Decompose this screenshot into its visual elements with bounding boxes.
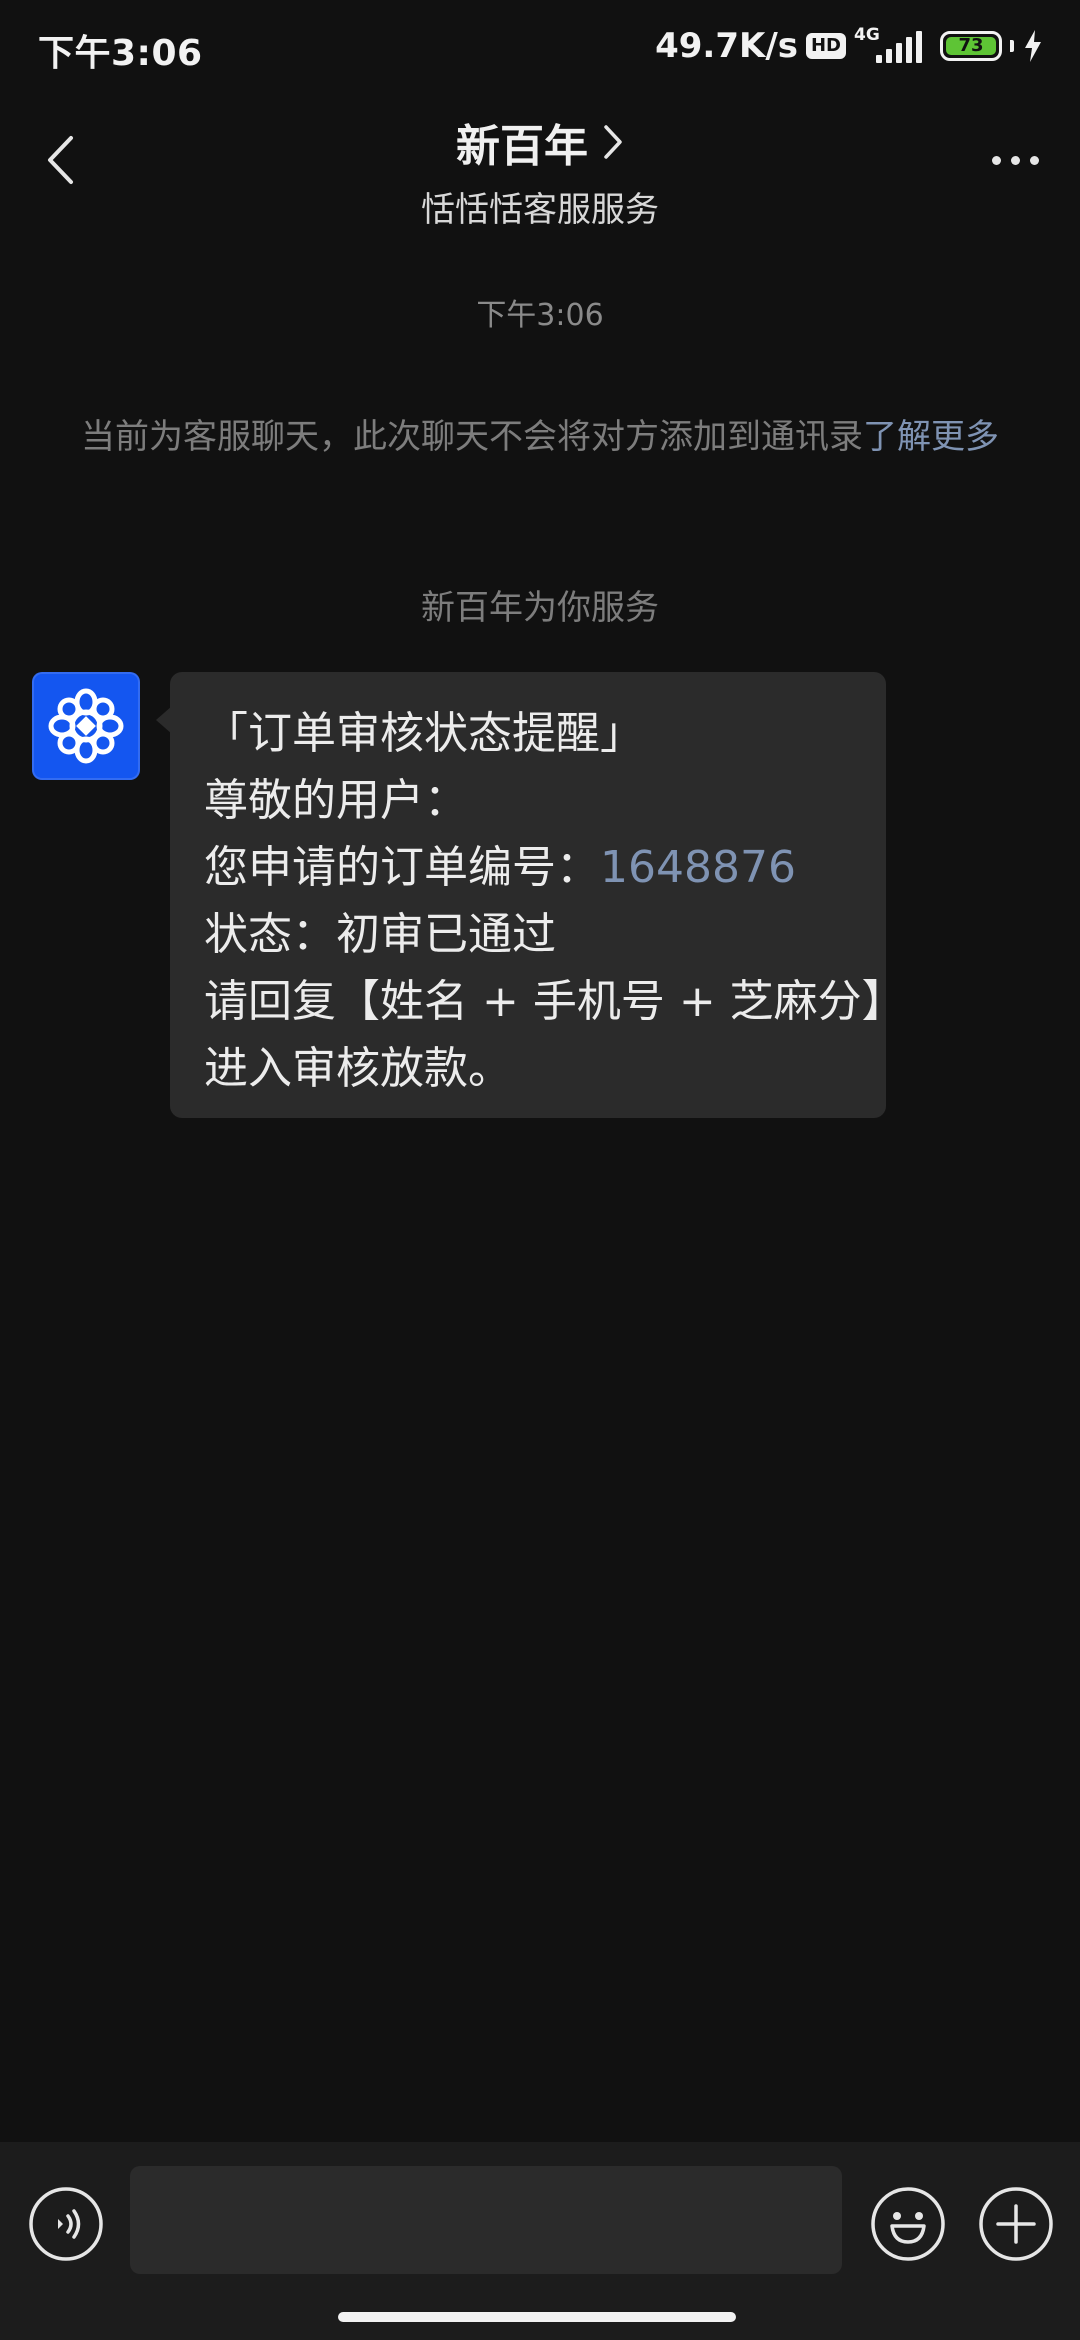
message-row: 「订单审核状态提醒」 尊敬的用户： 您申请的订单编号：1648876 状态：初审… — [32, 672, 1048, 1132]
more-button[interactable] — [980, 130, 1050, 190]
voice-button[interactable] — [28, 2186, 104, 2262]
more-horizontal-icon — [991, 155, 1001, 165]
title-block: 新百年 恬恬恬客服服务 — [0, 110, 1080, 231]
service-notice: 当前为客服聊天，此次聊天不会将对方添加到通讯录了解更多 — [80, 410, 1000, 464]
message-timestamp: 下午3:06 — [476, 298, 604, 333]
order-label: 您申请的订单编号： — [204, 842, 600, 893]
chevron-right-icon — [604, 125, 622, 159]
chat-header: 新百年 恬恬恬客服服务 — [0, 100, 1080, 250]
flower-logo-icon — [48, 688, 124, 764]
message-bubble[interactable]: 「订单审核状态提醒」 尊敬的用户： 您申请的订单编号：1648876 状态：初审… — [170, 672, 906, 1118]
status-time: 下午3:06 — [38, 33, 203, 74]
message-input[interactable] — [130, 2166, 842, 2274]
network-speed: 49.7K/s — [655, 26, 798, 66]
status-bar: 下午3:06 49.7K/s HD 4G 73 — [0, 0, 1080, 100]
charging-icon — [1025, 30, 1041, 62]
message-line: 状态：初审已通过 — [204, 909, 556, 960]
message-line: 进入审核放款。 — [204, 1043, 512, 1094]
message-line: 您申请的订单编号：1648876 — [204, 834, 862, 901]
signal-bar — [916, 31, 922, 63]
network-type: 4G — [854, 25, 880, 45]
input-bar — [0, 2142, 1080, 2340]
chat-screen: 下午3:06 49.7K/s HD 4G 73 新百年 恬恬恬客服服务 下午3:… — [0, 0, 1080, 2340]
more-dot — [1010, 155, 1020, 165]
voice-icon — [29, 2187, 103, 2261]
notice-text: 当前为客服聊天，此次聊天不会将对方添加到通讯录 — [81, 417, 863, 457]
plus-icon — [979, 2187, 1053, 2261]
battery-level: 73 — [958, 35, 984, 56]
more-dot — [1029, 155, 1039, 165]
signal-icon: 4G — [854, 25, 922, 63]
battery-tip — [1010, 40, 1014, 52]
service-line: 新百年为你服务 — [421, 588, 659, 628]
emoji-icon — [871, 2187, 945, 2261]
signal-bar — [876, 55, 882, 63]
message-line: 「订单审核状态提醒」 — [204, 708, 644, 759]
page-subtitle: 恬恬恬客服服务 — [421, 190, 659, 230]
battery-icon: 73 — [940, 31, 1002, 61]
signal-bar — [906, 37, 912, 63]
home-indicator[interactable] — [338, 2312, 736, 2322]
signal-bar — [886, 49, 892, 63]
page-title: 新百年 — [456, 121, 588, 172]
status-indicators: 49.7K/s HD 4G 73 — [655, 25, 1044, 66]
signal-bar — [896, 43, 902, 63]
plus-button[interactable] — [978, 2186, 1054, 2262]
learn-more-link[interactable]: 了解更多 — [863, 417, 999, 457]
message-line: 尊敬的用户： — [204, 775, 468, 826]
emoji-button[interactable] — [870, 2186, 946, 2262]
order-number-link[interactable]: 1648876 — [600, 842, 796, 893]
avatar[interactable] — [32, 672, 140, 780]
hd-badge: HD — [805, 33, 846, 59]
message-line: 请回复【姓名 + 手机号 + 芝麻分】 — [204, 976, 906, 1027]
contact-title-button[interactable]: 新百年 — [456, 110, 624, 174]
